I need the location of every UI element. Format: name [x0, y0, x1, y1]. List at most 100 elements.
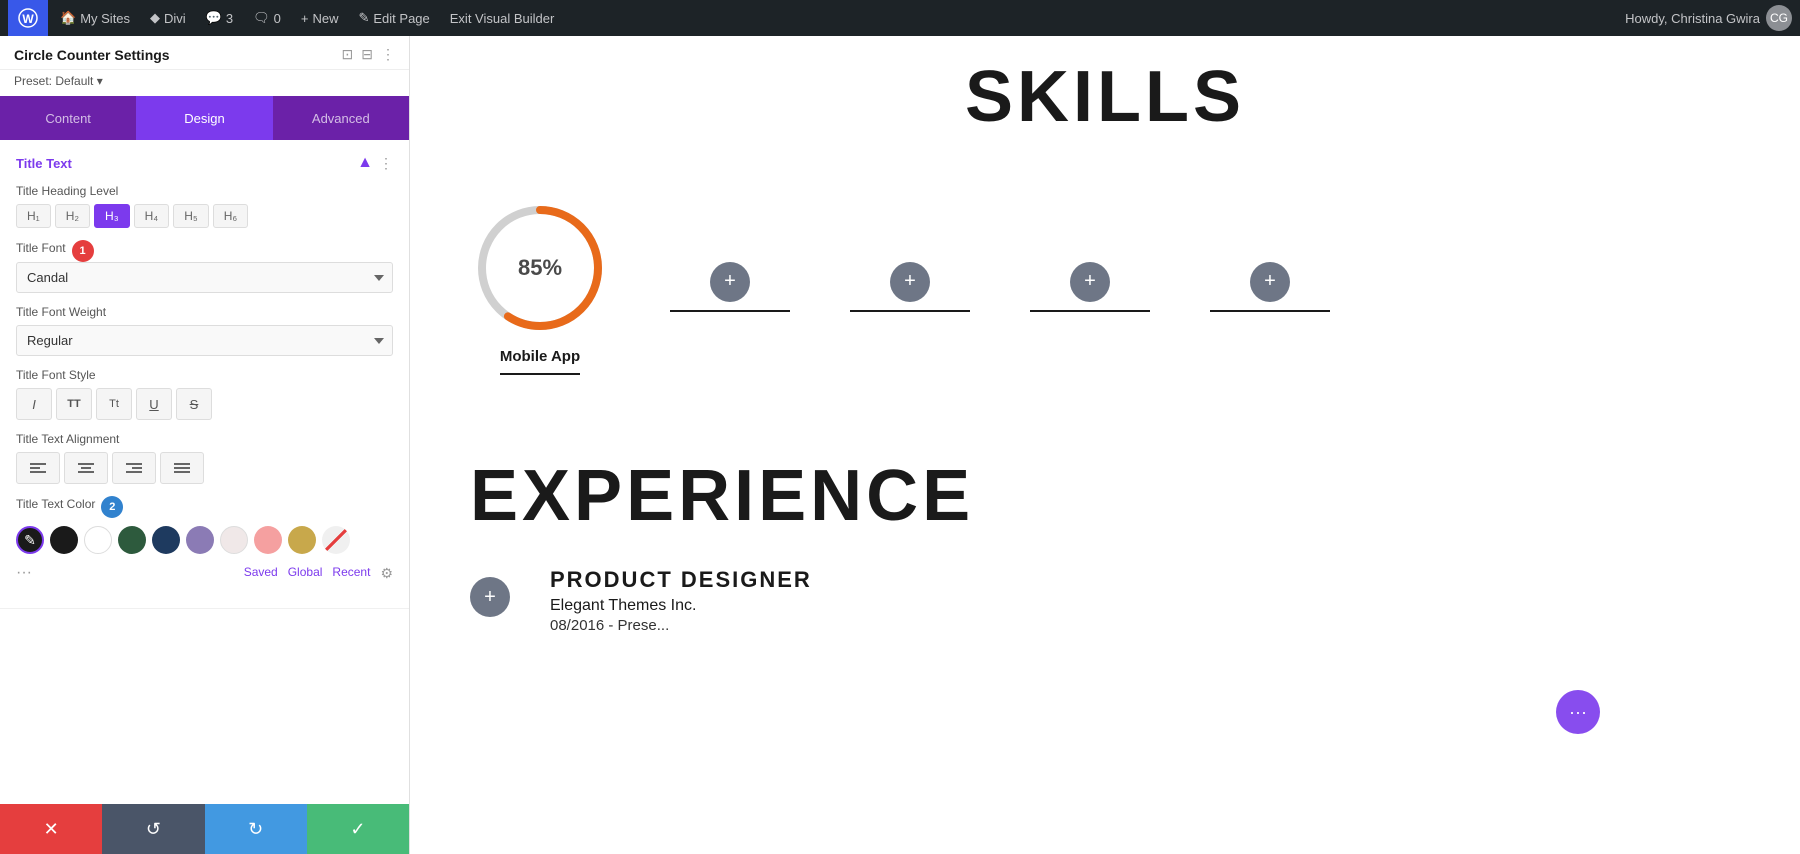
dark-green-swatch[interactable]	[118, 526, 146, 554]
admin-bar: W 🏠 My Sites ◆ Divi 💬 3 🗨 0 + New ✎ Edit…	[0, 0, 1800, 36]
add-button-2[interactable]: +	[890, 262, 930, 302]
add-button-3[interactable]: +	[1070, 262, 1110, 302]
add-circle-1: +	[670, 262, 790, 312]
canvas-content: SKILLS 85% Mobile App	[410, 36, 1800, 854]
saved-link[interactable]: Saved	[244, 565, 278, 582]
tab-design[interactable]: Design	[136, 96, 272, 140]
skills-heading: SKILLS	[470, 56, 1740, 138]
heading-h3-btn[interactable]: H₃	[94, 204, 130, 228]
date-range: 08/2016 - Prese...	[550, 617, 812, 634]
heading-h5-btn[interactable]: H₅	[173, 204, 209, 228]
preset-label[interactable]: Preset: Default	[14, 74, 93, 88]
title-font-badge: 1	[72, 240, 94, 262]
heading-h1-btn[interactable]: H₁	[16, 204, 51, 228]
add-line-2	[850, 310, 970, 312]
user-menu[interactable]: Howdy, Christina Gwira CG	[1625, 5, 1792, 31]
heading-h4-btn[interactable]: H₄	[134, 204, 170, 228]
title-text-alignment-field: Title Text Alignment	[16, 432, 393, 484]
eyedropper-swatch[interactable]: ✎	[16, 526, 44, 554]
circle-svg-wrap: 85%	[470, 198, 610, 338]
collapse-icon[interactable]: ▲	[357, 154, 373, 172]
panel-title: Circle Counter Settings	[14, 47, 170, 63]
title-font-select[interactable]: Candal	[16, 262, 393, 293]
title-font-style-label: Title Font Style	[16, 368, 393, 382]
heading-buttons: H₁ H₂ H₃ H₄ H₅ H₆	[16, 204, 393, 228]
uppercase-btn[interactable]: TT	[56, 388, 92, 420]
expand-icon[interactable]: ⊟	[361, 46, 373, 63]
svg-text:W: W	[22, 12, 34, 26]
minimize-icon[interactable]: ⊡	[342, 46, 354, 63]
color-more-icon[interactable]: ···	[16, 564, 32, 582]
edit-page-button[interactable]: ✎ Edit Page	[350, 0, 437, 36]
no-color-swatch[interactable]	[322, 526, 350, 554]
panel-content: Title Text ▲ ⋮ Title Heading Level H₁ H₂…	[0, 140, 409, 804]
add-button-1[interactable]: +	[710, 262, 750, 302]
exit-builder-button[interactable]: Exit Visual Builder	[442, 0, 563, 36]
comment-count[interactable]: 🗨 0	[245, 0, 289, 36]
title-font-weight-select[interactable]: Regular	[16, 325, 393, 356]
my-sites-menu[interactable]: 🏠 My Sites	[52, 0, 138, 36]
comments-icon: 💬	[206, 10, 222, 26]
wordpress-icon: W	[18, 8, 38, 28]
add-line-4	[1210, 310, 1330, 312]
light-red-swatch[interactable]	[254, 526, 282, 554]
canvas-area[interactable]: SKILLS 85% Mobile App	[410, 36, 1800, 854]
align-right-btn[interactable]	[112, 452, 156, 484]
floating-dots-button[interactable]: ···	[1556, 690, 1600, 734]
exp-add-button[interactable]: +	[470, 577, 510, 617]
save-button[interactable]: ✓	[307, 804, 409, 854]
preset-row: Preset: Default ▾	[0, 70, 409, 96]
strikethrough-btn[interactable]: S	[176, 388, 212, 420]
title-color-header: Title Text Color 2	[16, 496, 393, 518]
add-circle-3: +	[1030, 262, 1150, 312]
experience-row: + PRODUCT DESIGNER Elegant Themes Inc. 0…	[470, 567, 1740, 634]
light-pink-swatch[interactable]	[220, 526, 248, 554]
tab-content[interactable]: Content	[0, 96, 136, 140]
purple-swatch[interactable]	[186, 526, 214, 554]
heading-level-field: Title Heading Level H₁ H₂ H₃ H₄ H₅ H₆	[16, 184, 393, 228]
circles-row: 85% Mobile App + + +	[470, 178, 1740, 415]
title-text-section: Title Text ▲ ⋮ Title Heading Level H₁ H₂…	[0, 140, 409, 609]
heading-h6-btn[interactable]: H₆	[213, 204, 249, 228]
wp-admin-button[interactable]: W	[8, 0, 48, 36]
avatar: CG	[1766, 5, 1792, 31]
align-left-icon	[30, 462, 46, 474]
circle-percentage: 85%	[518, 255, 562, 281]
align-left-btn[interactable]	[16, 452, 60, 484]
experience-heading: EXPERIENCE	[470, 455, 1740, 537]
dark-blue-swatch[interactable]	[152, 526, 180, 554]
main-layout: Circle Counter Settings ⊡ ⊟ ⋮ Preset: De…	[0, 36, 1800, 854]
add-button-4[interactable]: +	[1250, 262, 1290, 302]
tab-advanced[interactable]: Advanced	[273, 96, 409, 140]
comments-menu[interactable]: 💬 3	[198, 0, 241, 36]
bottom-bar: ✕ ↺ ↻ ✓	[0, 804, 409, 854]
section-options-icon[interactable]: ⋮	[379, 155, 393, 172]
more-icon[interactable]: ⋮	[381, 46, 395, 63]
recent-link[interactable]: Recent	[332, 565, 370, 582]
align-justify-btn[interactable]	[160, 452, 204, 484]
divi-menu[interactable]: ◆ Divi	[142, 0, 194, 36]
cancel-button[interactable]: ✕	[0, 804, 102, 854]
new-button[interactable]: + New	[293, 0, 347, 36]
preset-chevron[interactable]: ▾	[97, 74, 103, 88]
global-link[interactable]: Global	[288, 565, 323, 582]
title-font-style-field: Title Font Style I TT Tt U S	[16, 368, 393, 420]
title-text-color-field: Title Text Color 2 ✎	[16, 496, 393, 582]
align-buttons	[16, 452, 393, 484]
circle-label: Mobile App	[500, 348, 580, 365]
sites-icon: 🏠	[60, 10, 76, 26]
gold-swatch[interactable]	[288, 526, 316, 554]
italic-btn[interactable]: I	[16, 388, 52, 420]
gear-icon[interactable]: ⚙	[380, 565, 393, 582]
white-swatch[interactable]	[84, 526, 112, 554]
title-font-weight-field: Title Font Weight Regular	[16, 305, 393, 356]
black-swatch[interactable]	[50, 526, 78, 554]
redo-button[interactable]: ↻	[205, 804, 307, 854]
underline-btn[interactable]: U	[136, 388, 172, 420]
heading-h2-btn[interactable]: H₂	[55, 204, 90, 228]
company-name: Elegant Themes Inc.	[550, 597, 812, 615]
undo-button[interactable]: ↺	[102, 804, 204, 854]
plus-icon: +	[301, 11, 309, 26]
align-center-btn[interactable]	[64, 452, 108, 484]
capitalize-btn[interactable]: Tt	[96, 388, 132, 420]
